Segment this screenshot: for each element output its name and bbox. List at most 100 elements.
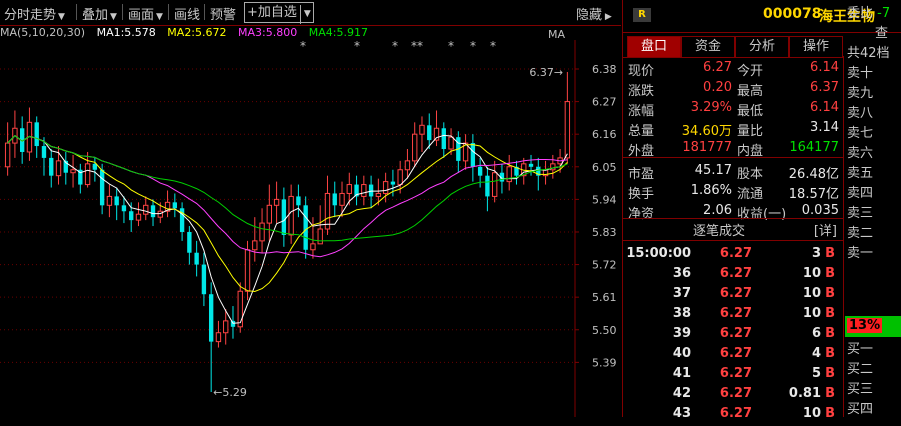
quote-panel: R 000078 海王生物 盘口 资金 分析 操作 现价 6.27 今开 6.14 涨跌… <box>622 0 901 421</box>
candle-body <box>412 133 418 162</box>
trade-row: 43 6.27 10 B <box>623 406 843 426</box>
ma2-value: MA2:5.672 <box>167 26 227 39</box>
candle-body <box>150 205 156 218</box>
trade-direction: B <box>825 266 835 281</box>
ma1-value: MA1:5.578 <box>96 26 156 39</box>
candle-body <box>259 222 265 242</box>
trades-detail-link[interactable]: [详] <box>814 220 837 239</box>
trade-time: 41 <box>672 366 691 381</box>
trade-direction: B <box>825 386 835 401</box>
toolbar-alert[interactable]: 预警 <box>210 4 236 23</box>
trade-row: 38 6.27 10 B <box>623 306 843 326</box>
event-star-marker: * <box>448 40 454 53</box>
candle-body <box>397 169 403 186</box>
quote-row: 总量 34.60万 量比 3.14 <box>623 120 843 140</box>
toolbar-timeshare[interactable]: 分时走势 ▼ <box>4 4 65 23</box>
toolbar-overlay[interactable]: 叠加 ▼ <box>82 4 117 23</box>
candle-body <box>55 160 62 177</box>
quote-label: 涨跌 <box>628 84 655 99</box>
sell-level-label: 卖二 <box>847 226 874 241</box>
trade-price: 6.27 <box>719 366 752 381</box>
candle-body <box>244 249 251 292</box>
sell-level-label: 卖四 <box>847 186 874 201</box>
toolbar-divider <box>204 4 205 20</box>
candle-body <box>296 196 301 206</box>
quote-value: 164177 <box>789 140 839 155</box>
trade-time: 39 <box>672 326 691 341</box>
candle-body <box>49 157 54 176</box>
trade-volume: 6 <box>811 326 821 341</box>
quote-row: 涨幅 3.29% 最低 6.14 <box>623 100 843 120</box>
candle-body <box>303 205 308 250</box>
stock-code: 000078 <box>763 6 822 22</box>
trade-row: 15:00:00 6.27 3 B <box>623 246 843 266</box>
toolbar-draw-line[interactable]: 画线 <box>174 4 200 23</box>
candle-body <box>404 160 411 171</box>
toolbar-divider <box>168 4 169 20</box>
trade-row: 41 6.27 5 B <box>623 366 843 386</box>
candle-body <box>273 198 280 206</box>
trade-row: 40 6.27 4 B <box>623 346 843 366</box>
candle-body <box>70 169 76 174</box>
quote-label: 市盈 <box>628 167 655 182</box>
trade-volume: 4 <box>811 346 821 361</box>
toolbar-divider <box>122 4 123 20</box>
sell-level-label: 卖五 <box>847 166 874 181</box>
y-tick-label: 5.39 <box>592 356 617 369</box>
quote-label: 现价 <box>628 64 655 79</box>
quote-row: 市盈 45.17 股本 26.48亿 <box>623 163 843 183</box>
divider <box>623 157 843 158</box>
ma4-line <box>7 135 568 242</box>
low-price-marker: ←5.29 <box>213 386 247 399</box>
toolbar-divider <box>76 4 77 20</box>
tab-order-book[interactable]: 盘口 <box>627 36 681 58</box>
quote-value: 0.035 <box>801 203 839 218</box>
trade-time: 36 <box>672 266 691 281</box>
trade-price: 6.27 <box>719 386 752 401</box>
candle-body <box>201 264 207 295</box>
ma-legend-title: MA(5,10,20,30) <box>0 26 86 39</box>
tab-funds[interactable]: 资金 <box>681 36 735 58</box>
candle-body <box>172 202 178 209</box>
trade-price: 6.27 <box>719 266 752 281</box>
tab-operations[interactable]: 操作 <box>789 36 843 58</box>
y-tick-label: 5.83 <box>592 226 617 239</box>
quote-row: 换手 1.86% 流通 18.57亿 <box>623 183 843 203</box>
add-watchlist-button[interactable]: +加自选 ▼ <box>244 2 314 24</box>
tab-analysis[interactable]: 分析 <box>735 36 789 58</box>
ma4-value: MA4:5.917 <box>308 26 368 39</box>
buy-level-label: 买四 <box>847 402 874 417</box>
event-star-marker: * <box>392 40 398 53</box>
candle-body <box>317 228 323 245</box>
candle-body <box>143 204 149 215</box>
trade-price: 6.27 <box>719 246 752 261</box>
candle-body <box>114 196 119 206</box>
candle-body <box>230 320 236 327</box>
candle-body <box>361 184 367 197</box>
quote-value: 3.29% <box>690 100 732 115</box>
trade-time: 38 <box>672 306 691 321</box>
candle-body <box>4 142 11 168</box>
candlestick-chart[interactable]: 6.38 6.27 6.16 6.05 5.94 5.83 5.72 5.61 5.50 5.39… <box>0 40 621 417</box>
query-button[interactable]: 查 <box>875 22 888 42</box>
candle-body <box>332 193 337 206</box>
quote-label: 涨幅 <box>628 104 655 119</box>
candle-body <box>528 163 534 167</box>
buy-level-label: 买二 <box>847 362 874 377</box>
candle-body <box>448 136 454 150</box>
event-star-marker: * <box>470 40 476 53</box>
buy-sell-ratio-label: 13% <box>847 318 883 333</box>
candle-body <box>84 163 91 186</box>
candle-body <box>157 210 163 218</box>
candle-body <box>34 122 39 147</box>
trade-volume: 0.81 <box>788 386 821 401</box>
trade-time: 40 <box>672 346 691 361</box>
sell-level-label: 卖三 <box>847 206 874 221</box>
quote-value: 26.48亿 <box>788 167 839 182</box>
trade-direction: B <box>825 286 835 301</box>
hide-button[interactable]: 隐藏 ▶ <box>576 4 612 23</box>
toolbar-screen[interactable]: 画面 ▼ <box>128 4 163 23</box>
event-star-marker: * <box>354 40 360 53</box>
quote-value: 45.17 <box>694 163 732 178</box>
chevron-down-icon[interactable]: ▼ <box>299 5 311 24</box>
